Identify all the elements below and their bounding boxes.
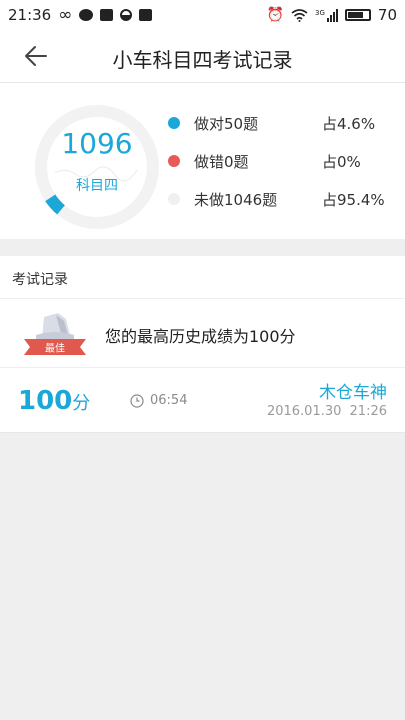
- stat-undone: 未做1046题 占95.4%: [168, 187, 388, 211]
- progress-ring-correct-arc: [35, 105, 159, 229]
- infinity-icon: ∞: [58, 5, 73, 25]
- records-section-title: 考试记录: [12, 272, 68, 288]
- signal-icon: 3G: [315, 8, 338, 22]
- status-bar: 21:36 ∞ ⏰ 3G 70: [0, 0, 405, 30]
- stat-wrong-percent: 占0%: [322, 152, 361, 171]
- wifi-icon: [291, 8, 308, 22]
- undone-dot-icon: [168, 193, 180, 205]
- stat-undone-percent: 占95.4%: [322, 190, 385, 209]
- nav-bar: 小车科目四考试记录: [0, 30, 405, 83]
- stat-correct-percent: 占4.6%: [322, 114, 376, 133]
- progress-ring: [35, 105, 159, 229]
- total-questions: 1096: [61, 127, 133, 160]
- battery-level: 70: [377, 6, 397, 24]
- correct-dot-icon: [168, 117, 180, 129]
- stat-correct: 做对50题 占4.6%: [168, 111, 388, 135]
- app-notification-icon: [139, 9, 153, 21]
- half-circle-icon: [120, 9, 133, 21]
- stat-wrong-label: 做错0题: [194, 152, 249, 171]
- best-badge-icon: 最佳: [24, 313, 86, 355]
- best-badge-label: 最佳: [45, 342, 65, 355]
- page-title: 小车科目四考试记录: [112, 48, 293, 72]
- stat-correct-label: 做对50题: [194, 114, 259, 133]
- wrong-dot-icon: [168, 155, 180, 167]
- record-datetime: 2016.01.30 21:26: [266, 404, 387, 419]
- best-score-text: 您的最高历史成绩为100分: [105, 327, 296, 346]
- summary-card: 1096 科目四 做对50题 占4.6% 做错0题 占0% 未做1046题 占9…: [0, 83, 405, 239]
- stat-undone-label: 未做1046题: [194, 190, 278, 209]
- subject-label: 科目四: [76, 178, 118, 194]
- status-time: 21:36: [8, 6, 52, 24]
- stat-wrong: 做错0题 占0%: [168, 149, 388, 173]
- records-section-header: 考试记录: [0, 256, 405, 299]
- record-score-unit: 分: [72, 393, 91, 414]
- record-score: 100分: [18, 386, 90, 416]
- network-type-label: 3G: [315, 8, 325, 17]
- record-score-value: 100: [18, 386, 73, 416]
- record-rank-title: 木仓车神: [319, 383, 387, 403]
- image-icon: [100, 9, 114, 21]
- record-duration: 06:54: [150, 393, 188, 408]
- alarm-icon: ⏰: [266, 7, 285, 23]
- battery-icon: [344, 9, 371, 21]
- clock-icon: [130, 394, 144, 408]
- message-icon: [79, 9, 94, 21]
- best-score-row: 最佳 您的最高历史成绩为100分: [0, 299, 405, 368]
- record-item[interactable]: 100分 06:54 木仓车神 2016.01.30 21:26: [0, 368, 405, 433]
